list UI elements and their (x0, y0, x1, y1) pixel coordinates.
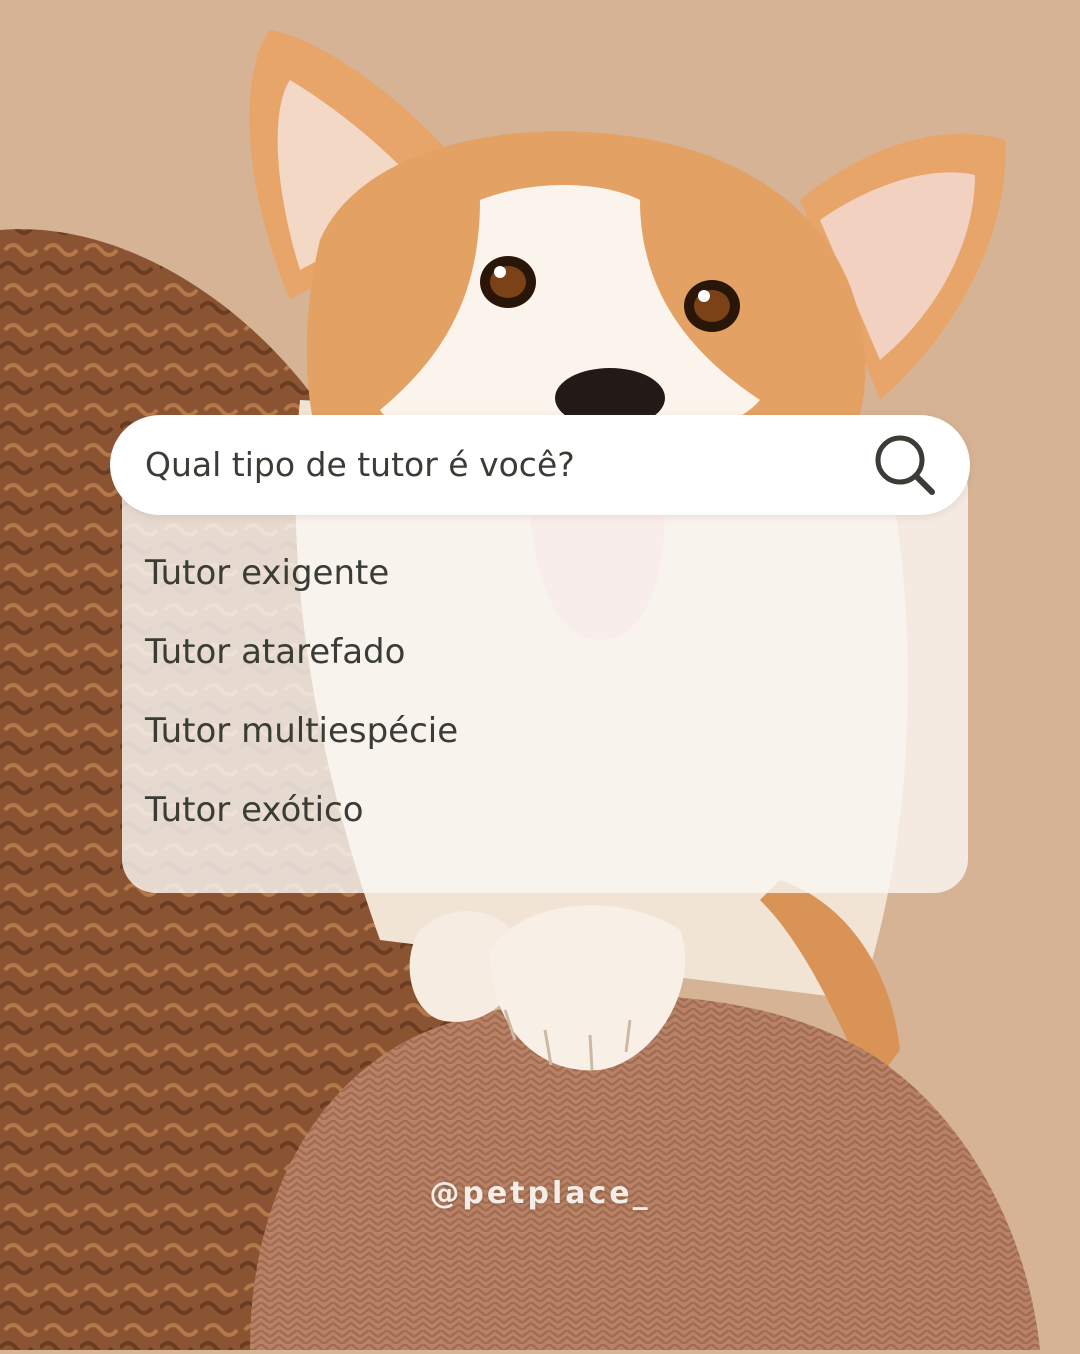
suggestion-item-exigente[interactable]: Tutor exigente (145, 551, 458, 595)
suggestion-item-multiespecie[interactable]: Tutor multiespécie (145, 709, 458, 753)
suggestion-item-atarefado[interactable]: Tutor atarefado (145, 630, 458, 674)
search-panel: Qual tipo de tutor é você? Tutor exigent… (110, 415, 970, 893)
search-icon[interactable] (872, 433, 938, 499)
suggestion-list: Tutor exigente Tutor atarefado Tutor mul… (145, 551, 458, 867)
search-bar[interactable]: Qual tipo de tutor é você? (110, 415, 970, 515)
account-handle: @petplace_ (429, 1176, 651, 1211)
suggestion-item-exotico[interactable]: Tutor exótico (145, 788, 458, 832)
search-query[interactable]: Qual tipo de tutor é você? (145, 443, 575, 487)
